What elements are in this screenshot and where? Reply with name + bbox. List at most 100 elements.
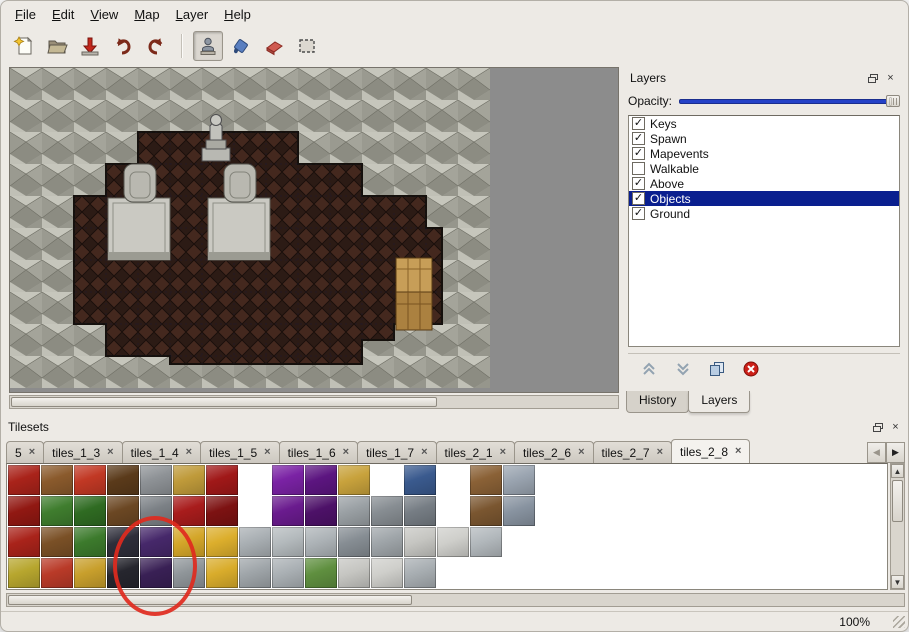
tileset-tile[interactable] [371, 496, 403, 526]
tileset-tile[interactable] [272, 558, 304, 588]
fill-tool-button[interactable] [226, 31, 256, 61]
tab-close-icon[interactable]: × [578, 447, 584, 458]
tab-tiles-1-3[interactable]: tiles_1_3× [43, 441, 122, 463]
stamp-tool-button[interactable] [193, 31, 223, 61]
layer-list[interactable]: ✓ Keys ✓ Spawn ✓ Mapevents Walkable ✓ Ab… [628, 115, 900, 347]
tileset-tile[interactable] [206, 496, 238, 526]
eraser-tool-button[interactable] [259, 31, 289, 61]
tileset-tile[interactable] [206, 465, 238, 495]
tileset-tile[interactable] [371, 527, 403, 557]
tab-tiles-1-7[interactable]: tiles_1_7× [357, 441, 436, 463]
tileset-tile[interactable] [272, 527, 304, 557]
tab-close-icon[interactable]: × [421, 447, 427, 458]
map-horizontal-scrollbar[interactable] [9, 395, 619, 409]
rect-select-tool-button[interactable] [292, 31, 322, 61]
tileset-vertical-scrollbar[interactable]: ▲ ▼ [890, 463, 905, 590]
layer-row-objects[interactable]: ✓ Objects [629, 191, 899, 206]
tileset-tile[interactable] [107, 465, 139, 495]
menu-edit[interactable]: Edit [44, 3, 82, 26]
layer-checkbox[interactable]: ✓ [632, 207, 645, 220]
tileset-tile[interactable] [305, 465, 337, 495]
tileset-tile[interactable] [173, 496, 205, 526]
tileset-tile[interactable] [305, 527, 337, 557]
tab-close-icon[interactable]: × [264, 447, 270, 458]
tileset-tile[interactable] [305, 558, 337, 588]
tileset-tile[interactable] [338, 496, 370, 526]
tileset-tile[interactable] [404, 496, 436, 526]
tileset-tile[interactable] [173, 465, 205, 495]
layer-row-mapevents[interactable]: ✓ Mapevents [629, 146, 899, 161]
tileset-tile[interactable] [272, 496, 304, 526]
tileset-tile[interactable] [239, 527, 271, 557]
tab-close-icon[interactable]: × [343, 447, 349, 458]
tilesets-float-button[interactable] [870, 420, 885, 434]
layer-row-walkable[interactable]: Walkable [629, 161, 899, 176]
tileset-tile[interactable] [239, 558, 271, 588]
scroll-up-button[interactable]: ▲ [891, 464, 904, 478]
tileset-tile[interactable] [140, 465, 172, 495]
map-hscroll-handle[interactable] [11, 397, 437, 407]
opacity-slider-handle[interactable] [886, 95, 900, 107]
tileset-tile[interactable] [272, 465, 304, 495]
layer-checkbox[interactable]: ✓ [632, 147, 645, 160]
tab-history[interactable]: History [626, 391, 689, 413]
tileset-tile[interactable] [404, 527, 436, 557]
tileset-tile[interactable] [74, 558, 106, 588]
delete-layer-button[interactable] [742, 360, 760, 378]
layers-close-button[interactable]: × [883, 71, 898, 85]
tab-close-icon[interactable]: × [735, 446, 741, 457]
layer-checkbox[interactable]: ✓ [632, 132, 645, 145]
tab-tiles-2-7[interactable]: tiles_2_7× [593, 441, 672, 463]
tab-tiles-2-8[interactable]: tiles_2_8× [671, 439, 750, 463]
tileset-hscroll-handle[interactable] [8, 595, 412, 605]
tileset-tile[interactable] [206, 558, 238, 588]
tileset-tile[interactable] [404, 558, 436, 588]
menu-view[interactable]: View [82, 3, 126, 26]
layer-row-keys[interactable]: ✓ Keys [629, 116, 899, 131]
tileset-tile[interactable] [503, 465, 535, 495]
tileset-tile[interactable] [338, 465, 370, 495]
tileset-vscroll-handle[interactable] [892, 480, 903, 522]
tab-scroll-right-button[interactable]: ▶ [886, 442, 905, 463]
layer-checkbox[interactable]: ✓ [632, 177, 645, 190]
tileset-tile[interactable] [8, 558, 40, 588]
tileset-tile[interactable] [338, 558, 370, 588]
tab-close-icon[interactable]: × [500, 447, 506, 458]
tab-tileset-5[interactable]: 5× [6, 441, 44, 463]
resize-grip[interactable] [893, 616, 905, 628]
layer-row-spawn[interactable]: ✓ Spawn [629, 131, 899, 146]
tab-tiles-2-6[interactable]: tiles_2_6× [514, 441, 593, 463]
tileset-tile[interactable] [371, 558, 403, 588]
tab-close-icon[interactable]: × [186, 447, 192, 458]
tileset-tile[interactable] [41, 496, 73, 526]
move-layer-up-button[interactable] [640, 360, 658, 378]
layer-row-ground[interactable]: ✓ Ground [629, 206, 899, 221]
tileset-tile[interactable] [206, 527, 238, 557]
tileset-tile[interactable] [8, 465, 40, 495]
tileset-tile[interactable] [470, 465, 502, 495]
tab-scroll-left-button[interactable]: ◀ [867, 442, 886, 463]
tileset-tile[interactable] [470, 496, 502, 526]
tileset-tile[interactable] [404, 465, 436, 495]
tileset-tile[interactable] [503, 496, 535, 526]
tileset-tile[interactable] [437, 527, 469, 557]
scroll-down-button[interactable]: ▼ [891, 575, 904, 589]
map-crates[interactable] [396, 258, 432, 330]
tileset-tile[interactable] [74, 496, 106, 526]
redo-button[interactable] [141, 31, 171, 61]
undo-button[interactable] [108, 31, 138, 61]
tilesets-close-button[interactable]: × [888, 420, 903, 434]
new-file-button[interactable] [9, 31, 39, 61]
tileset-tile[interactable] [470, 527, 502, 557]
tab-layers[interactable]: Layers [688, 391, 750, 413]
tab-tiles-1-6[interactable]: tiles_1_6× [279, 441, 358, 463]
map-canvas[interactable] [9, 67, 619, 393]
move-layer-down-button[interactable] [674, 360, 692, 378]
opacity-slider-groove[interactable] [679, 99, 900, 104]
tileset-tile[interactable] [41, 527, 73, 557]
tab-close-icon[interactable]: × [29, 447, 35, 458]
tab-tiles-2-1[interactable]: tiles_2_1× [436, 441, 515, 463]
tileset-tile[interactable] [8, 527, 40, 557]
duplicate-layer-button[interactable] [708, 360, 726, 378]
layer-checkbox[interactable] [632, 162, 645, 175]
